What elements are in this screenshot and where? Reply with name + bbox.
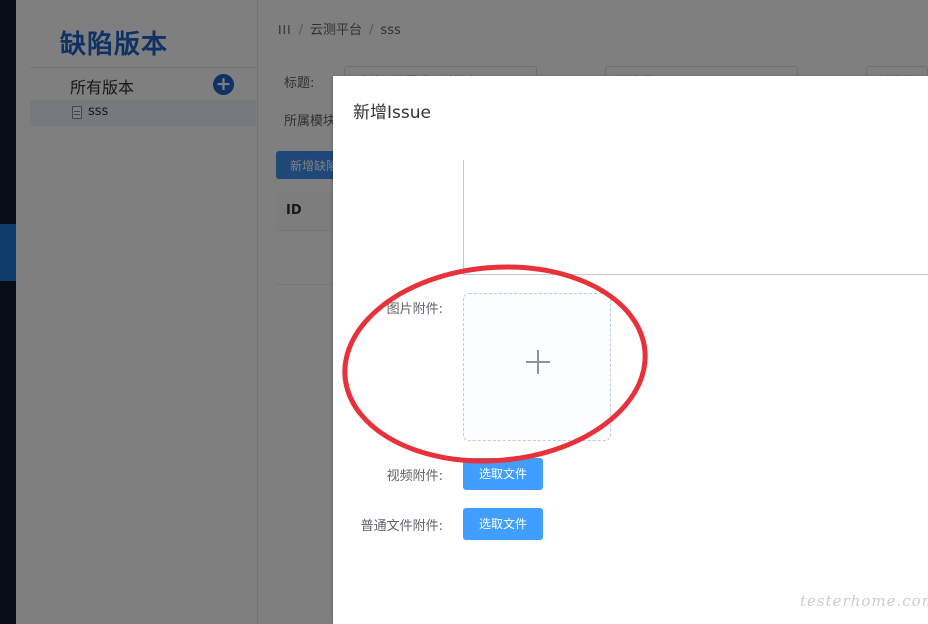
description-editor[interactable] [463, 160, 928, 275]
video-attachment-label: 视频附件: [386, 469, 443, 484]
app-root: 缺陷版本 所有版本 + sss III/云测平台/sss 标题: 请输入标题或I… [0, 0, 928, 624]
file-attachment-label: 普通文件附件: [360, 519, 443, 534]
watermark: testerhome.com [800, 592, 928, 610]
dialog-title: 新增Issue [353, 103, 431, 123]
file-pick-file-button[interactable]: 选取文件 [463, 508, 543, 540]
